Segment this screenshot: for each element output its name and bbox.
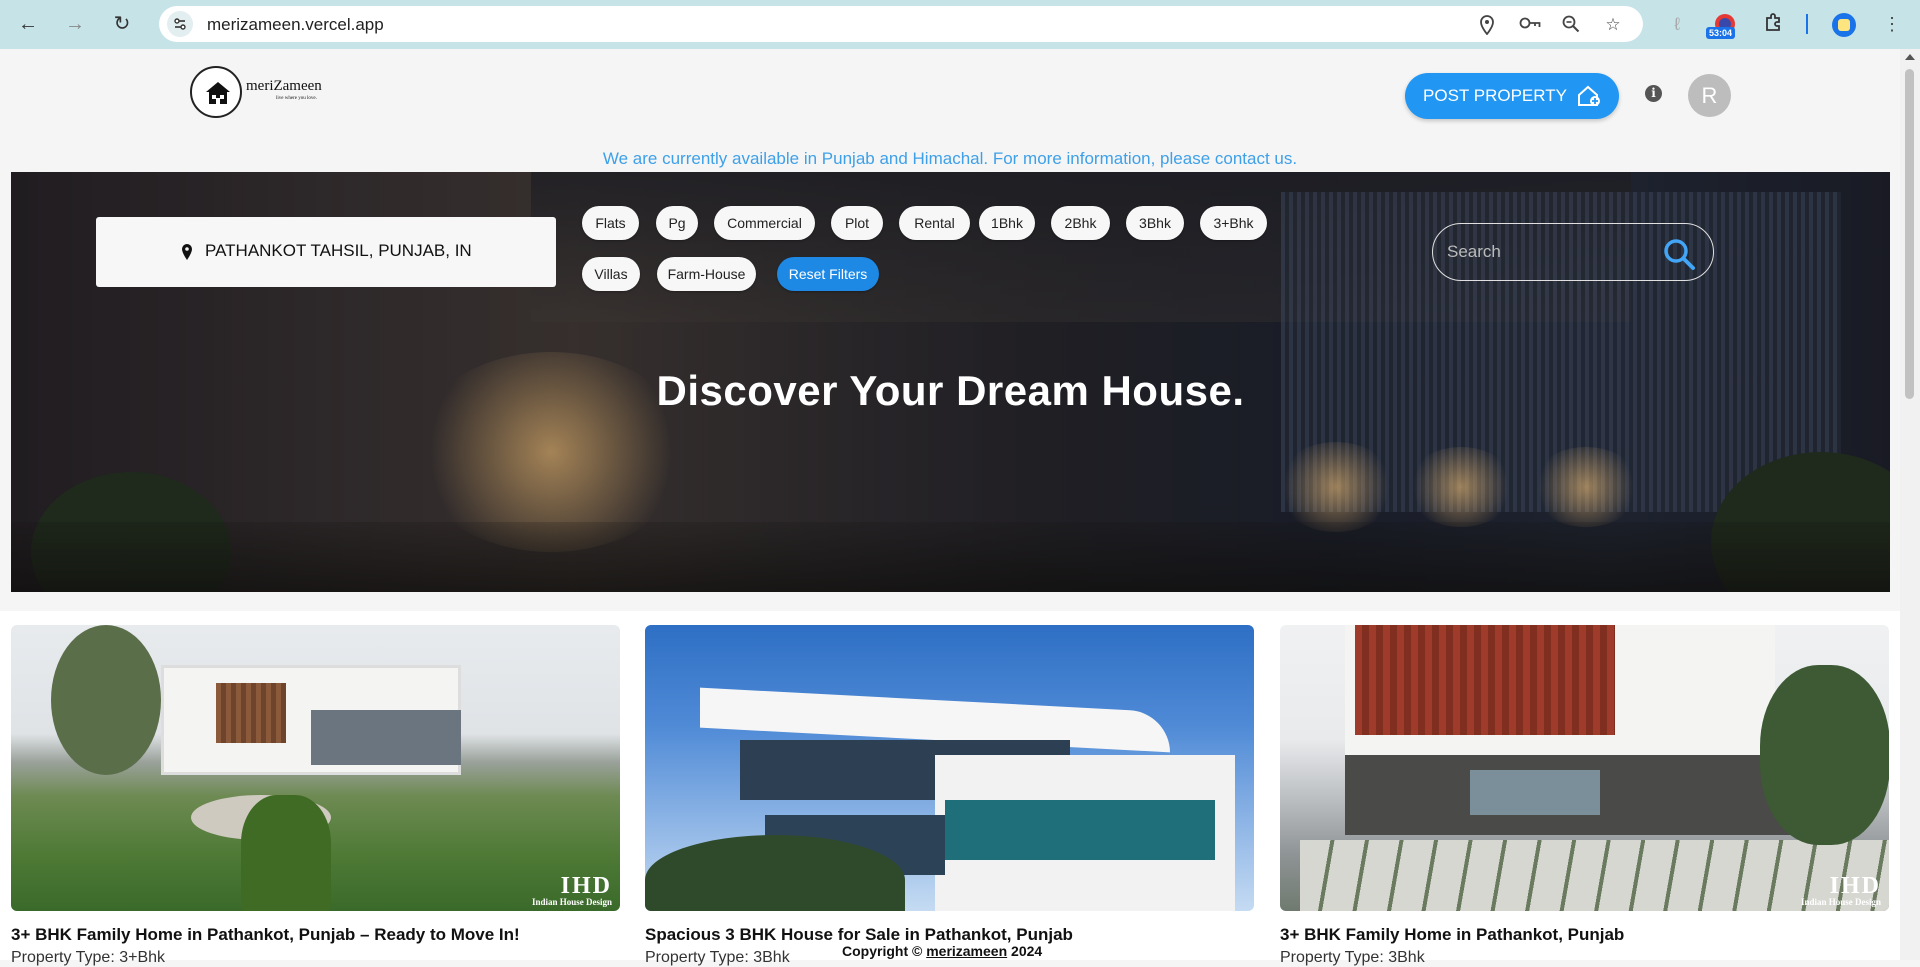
url-text: merizameen.vercel.app xyxy=(207,15,384,34)
property-type-label: Property Type: xyxy=(1280,949,1384,966)
add-home-icon xyxy=(1577,85,1600,106)
search-icon[interactable] xyxy=(1662,237,1696,271)
copyright: Copyright © merizameen 2024 xyxy=(842,943,1042,959)
property-card[interactable]: IHD Indian House Design 3+ BHK Family Hom… xyxy=(11,625,620,966)
location-pin-icon xyxy=(182,244,192,260)
filter-chip-plot[interactable]: Plot xyxy=(831,206,883,240)
search-input[interactable] xyxy=(1447,239,1647,265)
watermark: IHD Indian House Design xyxy=(531,873,612,907)
house-illustration xyxy=(1355,625,1615,735)
bookmark-star-icon[interactable]: ☆ xyxy=(1603,15,1623,35)
property-type-value: 3Bhk xyxy=(753,949,790,966)
avatar[interactable]: R xyxy=(1688,74,1731,117)
toolbar-divider xyxy=(1806,14,1808,34)
filter-chip-commercial[interactable]: Commercial xyxy=(714,206,815,240)
house-icon xyxy=(206,82,230,104)
hero-banner: PATHANKOT TAHSIL, PUNJAB, IN Flats Pg Co… xyxy=(11,172,1890,592)
tree-illustration xyxy=(241,795,331,911)
menu-kebab-icon[interactable]: ⋮ xyxy=(1880,12,1904,36)
filter-chip-2bhk[interactable]: 2Bhk xyxy=(1051,206,1110,240)
post-property-label: POST PROPERTY xyxy=(1423,86,1567,105)
house-illustration xyxy=(1470,770,1600,815)
scrollbar-thumb[interactable] xyxy=(1905,69,1914,399)
property-type: Property Type: 3Bhk xyxy=(1280,949,1425,967)
filter-chip-rental[interactable]: Rental xyxy=(899,206,970,240)
reset-filters-button[interactable]: Reset Filters xyxy=(777,257,879,291)
property-image[interactable]: IHD Indian House Design xyxy=(1280,625,1889,911)
logo-tagline: live where you love. xyxy=(276,96,317,101)
hero-title: Discover Your Dream House. xyxy=(656,367,1245,414)
scroll-up-arrow-icon[interactable] xyxy=(1905,54,1915,60)
property-type: Property Type: 3+Bhk xyxy=(11,949,165,967)
location-text: PATHANKOT TAHSIL, PUNJAB, IN xyxy=(205,241,472,260)
property-type: Property Type: 3Bhk xyxy=(645,949,790,967)
page-scrollbar[interactable] xyxy=(1900,49,1920,960)
site-logo[interactable]: meriZameen live where you love. xyxy=(190,66,330,118)
extension-icon[interactable]: ℓ xyxy=(1665,12,1689,36)
property-title[interactable]: Spacious 3 BHK House for Sale in Pathank… xyxy=(645,925,1073,945)
zoom-icon[interactable] xyxy=(1561,15,1581,35)
filter-chip-3plus-bhk[interactable]: 3+Bhk xyxy=(1200,206,1267,240)
filter-chip-flats[interactable]: Flats xyxy=(582,206,639,240)
property-card[interactable]: IHD Indian House Design 3+ BHK Family Hom… xyxy=(1280,625,1889,966)
watermark: IHD Indian House Design xyxy=(1800,873,1881,907)
house-illustration xyxy=(945,800,1215,860)
timer-badge: 53:04 xyxy=(1706,27,1736,39)
key-icon[interactable] xyxy=(1519,15,1541,35)
filter-chip-villas[interactable]: Villas xyxy=(582,257,640,291)
hero-bg-light xyxy=(1276,442,1396,532)
post-property-button[interactable]: POST PROPERTY xyxy=(1405,73,1619,119)
filter-chip-1bhk[interactable]: 1Bhk xyxy=(979,206,1035,240)
property-image[interactable] xyxy=(645,625,1254,911)
house-illustration xyxy=(216,683,286,743)
property-title[interactable]: 3+ BHK Family Home in Pathankot, Punjab … xyxy=(11,925,520,945)
property-title[interactable]: 3+ BHK Family Home in Pathankot, Punjab xyxy=(1280,925,1624,945)
logo-badge xyxy=(190,66,242,118)
filter-chip-pg[interactable]: Pg xyxy=(656,206,698,240)
property-listings: IHD Indian House Design 3+ BHK Family Hom… xyxy=(0,611,1900,966)
house-illustration xyxy=(311,710,461,765)
brand-link[interactable]: merizameen xyxy=(926,943,1007,959)
site-info-icon[interactable] xyxy=(167,11,193,37)
location-selector[interactable]: PATHANKOT TAHSIL, PUNJAB, IN xyxy=(96,217,556,287)
forward-arrow-icon[interactable]: → xyxy=(63,12,87,36)
puzzle-extensions-icon[interactable] xyxy=(1762,12,1786,36)
filter-chip-3bhk[interactable]: 3Bhk xyxy=(1126,206,1184,240)
location-icon[interactable] xyxy=(1477,15,1497,36)
property-type-value: 3+Bhk xyxy=(119,949,166,966)
search-box[interactable] xyxy=(1432,223,1714,281)
filter-chip-farm-house[interactable]: Farm-House xyxy=(657,257,756,291)
copyright-prefix: Copyright © xyxy=(842,943,923,959)
browser-toolbar: ← → ↻ merizameen.vercel.app ☆ ℓ 53:04 ⋮ xyxy=(0,0,1920,49)
property-type-label: Property Type: xyxy=(645,949,749,966)
tree-illustration xyxy=(1760,665,1889,845)
profile-icon[interactable] xyxy=(1831,12,1856,37)
property-card[interactable]: Spacious 3 BHK House for Sale in Pathank… xyxy=(645,625,1254,966)
info-icon[interactable]: i xyxy=(1645,85,1662,102)
property-type-label: Property Type: xyxy=(11,949,115,966)
hero-bg-light xyxy=(1531,447,1641,527)
hero-bg-floor xyxy=(11,522,1890,592)
copyright-year: 2024 xyxy=(1011,943,1043,959)
availability-notice: We are currently available in Punjab and… xyxy=(602,149,1298,168)
logo-name: meriZameen xyxy=(246,78,322,94)
back-arrow-icon[interactable]: ← xyxy=(16,12,40,36)
property-type-value: 3Bhk xyxy=(1388,949,1425,966)
address-bar[interactable]: merizameen.vercel.app ☆ xyxy=(159,6,1643,42)
page: meriZameen live where you love. POST PRO… xyxy=(0,49,1900,966)
reload-icon[interactable]: ↻ xyxy=(110,12,134,36)
tree-illustration xyxy=(51,625,161,775)
property-image[interactable]: IHD Indian House Design xyxy=(11,625,620,911)
hero-bg-light xyxy=(1406,447,1516,527)
